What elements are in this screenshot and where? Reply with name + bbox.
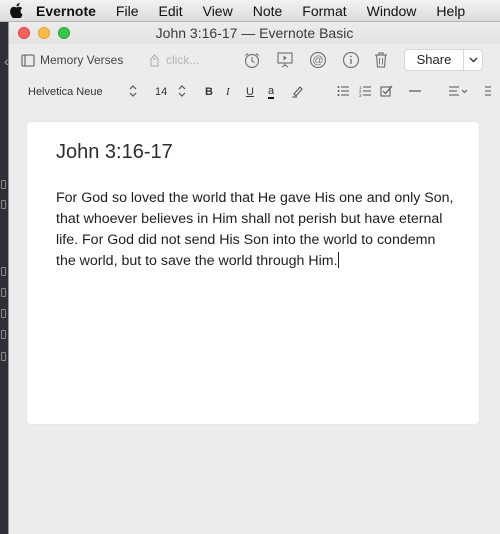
tags-placeholder: click... — [166, 53, 200, 67]
menu-format[interactable]: Format — [292, 0, 356, 22]
note-editor[interactable]: John 3:16-17 For God so loved the world … — [27, 122, 479, 424]
info-icon[interactable] — [341, 50, 361, 70]
list-checkbox-icon — [1, 180, 6, 189]
menu-file[interactable]: File — [106, 0, 149, 22]
tags-field[interactable]: click... — [149, 53, 199, 67]
share-menu-button[interactable] — [463, 49, 483, 71]
numbered-list-icon[interactable]: 1 2 3 — [359, 84, 372, 98]
list-checkbox-icon — [1, 288, 6, 297]
svg-text:@: @ — [312, 55, 323, 67]
note-title[interactable]: John 3:16-17 — [56, 141, 173, 164]
list-checkbox-icon — [1, 267, 6, 276]
menu-app-name[interactable]: Evernote — [26, 0, 106, 22]
checkbox-icon[interactable] — [380, 84, 393, 98]
menubar: Evernote File Edit View Note Format Wind… — [0, 0, 500, 22]
note-toolbar: ‹ Memory Verses click... @ Share — [4, 44, 500, 76]
share-button[interactable]: Share — [404, 49, 464, 71]
trash-icon[interactable] — [371, 50, 391, 70]
note-window: John 3:16-17 — Evernote Basic ‹ Memory V… — [4, 22, 500, 534]
at-sign-icon[interactable]: @ — [308, 50, 328, 70]
menu-note[interactable]: Note — [243, 0, 293, 22]
bulleted-list-icon[interactable] — [337, 84, 350, 98]
apple-menu-icon[interactable] — [0, 3, 26, 18]
font-family-select[interactable]: Helvetica Neue — [28, 85, 103, 99]
svg-text:3: 3 — [359, 93, 362, 98]
chevron-down-icon — [469, 57, 477, 63]
window-titlebar[interactable]: John 3:16-17 — Evernote Basic — [9, 22, 500, 44]
font-size-stepper-icon[interactable] — [178, 84, 186, 98]
underline-button[interactable]: U — [246, 85, 254, 99]
horizontal-rule-icon[interactable] — [409, 84, 421, 98]
list-checkbox-icon — [1, 200, 6, 209]
text-color-button[interactable]: a — [268, 85, 275, 99]
tag-icon — [150, 53, 159, 66]
align-menu-icon[interactable] — [449, 84, 469, 98]
presentation-icon[interactable] — [275, 50, 295, 70]
notebook-selector[interactable]: Memory Verses — [21, 53, 123, 67]
chevron-left-icon[interactable]: ‹ — [4, 53, 9, 69]
list-checkbox-icon — [1, 330, 6, 339]
menu-edit[interactable]: Edit — [148, 0, 192, 22]
font-size-select[interactable]: 14 — [155, 85, 167, 99]
highlighter-icon[interactable] — [291, 84, 303, 98]
menu-window[interactable]: Window — [357, 0, 427, 22]
list-checkbox-icon — [1, 309, 6, 318]
notebook-icon — [21, 54, 35, 66]
window-title: John 3:16-17 — Evernote Basic — [155, 25, 354, 41]
more-options-icon[interactable] — [484, 84, 492, 98]
notebook-name: Memory Verses — [40, 53, 124, 67]
italic-button[interactable]: I — [226, 85, 230, 99]
bold-button[interactable]: B — [205, 85, 213, 99]
menu-help[interactable]: Help — [426, 0, 475, 22]
font-family-stepper-icon[interactable] — [129, 84, 137, 98]
note-body-text: For God so loved the world that He gave … — [56, 190, 454, 269]
background-app-strip — [0, 22, 8, 534]
reminder-icon[interactable] — [242, 50, 262, 70]
text-cursor — [337, 252, 339, 268]
menu-view[interactable]: View — [193, 0, 243, 22]
list-checkbox-icon — [1, 352, 6, 361]
note-body[interactable]: For God so loved the world that He gave … — [56, 188, 456, 272]
format-bar: Helvetica Neue 14 B I U a 1 2 3 — [9, 80, 500, 104]
